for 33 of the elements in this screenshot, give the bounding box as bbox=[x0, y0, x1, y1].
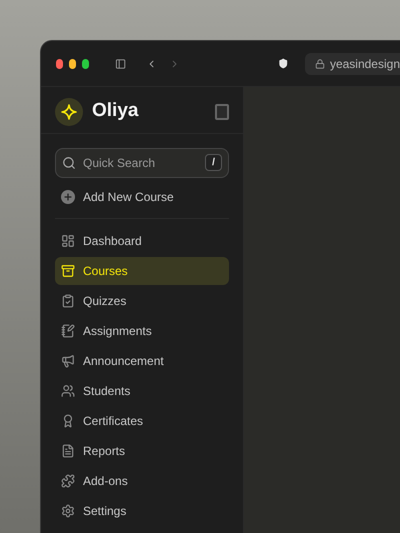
settings-icon bbox=[61, 504, 75, 518]
plus-icon bbox=[61, 190, 75, 204]
notebook-icon bbox=[61, 324, 75, 338]
box-icon bbox=[61, 264, 75, 278]
nav-item[interactable]: Reports bbox=[55, 437, 229, 465]
nav-item[interactable]: Assignments bbox=[55, 317, 229, 345]
dashboard-icon bbox=[61, 234, 75, 248]
document-icon bbox=[61, 444, 75, 458]
nav-item[interactable]: Students bbox=[55, 377, 229, 405]
minimize-button[interactable] bbox=[68, 58, 76, 68]
nav-item[interactable]: Announcement bbox=[55, 347, 229, 375]
puzzle-icon bbox=[61, 474, 75, 488]
close-button[interactable] bbox=[56, 58, 63, 68]
nav-item[interactable]: Courses bbox=[55, 257, 229, 285]
nav-item[interactable]: Certificates bbox=[55, 407, 229, 435]
maximize-button[interactable] bbox=[82, 58, 89, 68]
app-name: Oliya bbox=[92, 99, 138, 124]
shield-icon[interactable] bbox=[278, 56, 289, 71]
nav-item[interactable]: Add-ons bbox=[55, 467, 229, 495]
lock-icon bbox=[314, 58, 325, 68]
nav-item[interactable]: Dashboard bbox=[55, 227, 229, 255]
award-icon bbox=[61, 414, 75, 428]
nav-item[interactable]: Quizzes bbox=[55, 287, 229, 315]
clipboard-icon bbox=[61, 294, 75, 308]
panel-icon[interactable] bbox=[215, 104, 229, 120]
megaphone-icon bbox=[61, 354, 75, 368]
address-bar[interactable]: yeasindesign bbox=[304, 52, 400, 74]
logo-icon bbox=[55, 98, 83, 126]
add-course-button[interactable]: Add New Course bbox=[61, 187, 223, 207]
nav-item[interactable]: Settings bbox=[55, 497, 229, 525]
people-icon bbox=[61, 384, 75, 398]
search-icon bbox=[62, 156, 76, 170]
shortcut-key: / bbox=[205, 154, 222, 171]
